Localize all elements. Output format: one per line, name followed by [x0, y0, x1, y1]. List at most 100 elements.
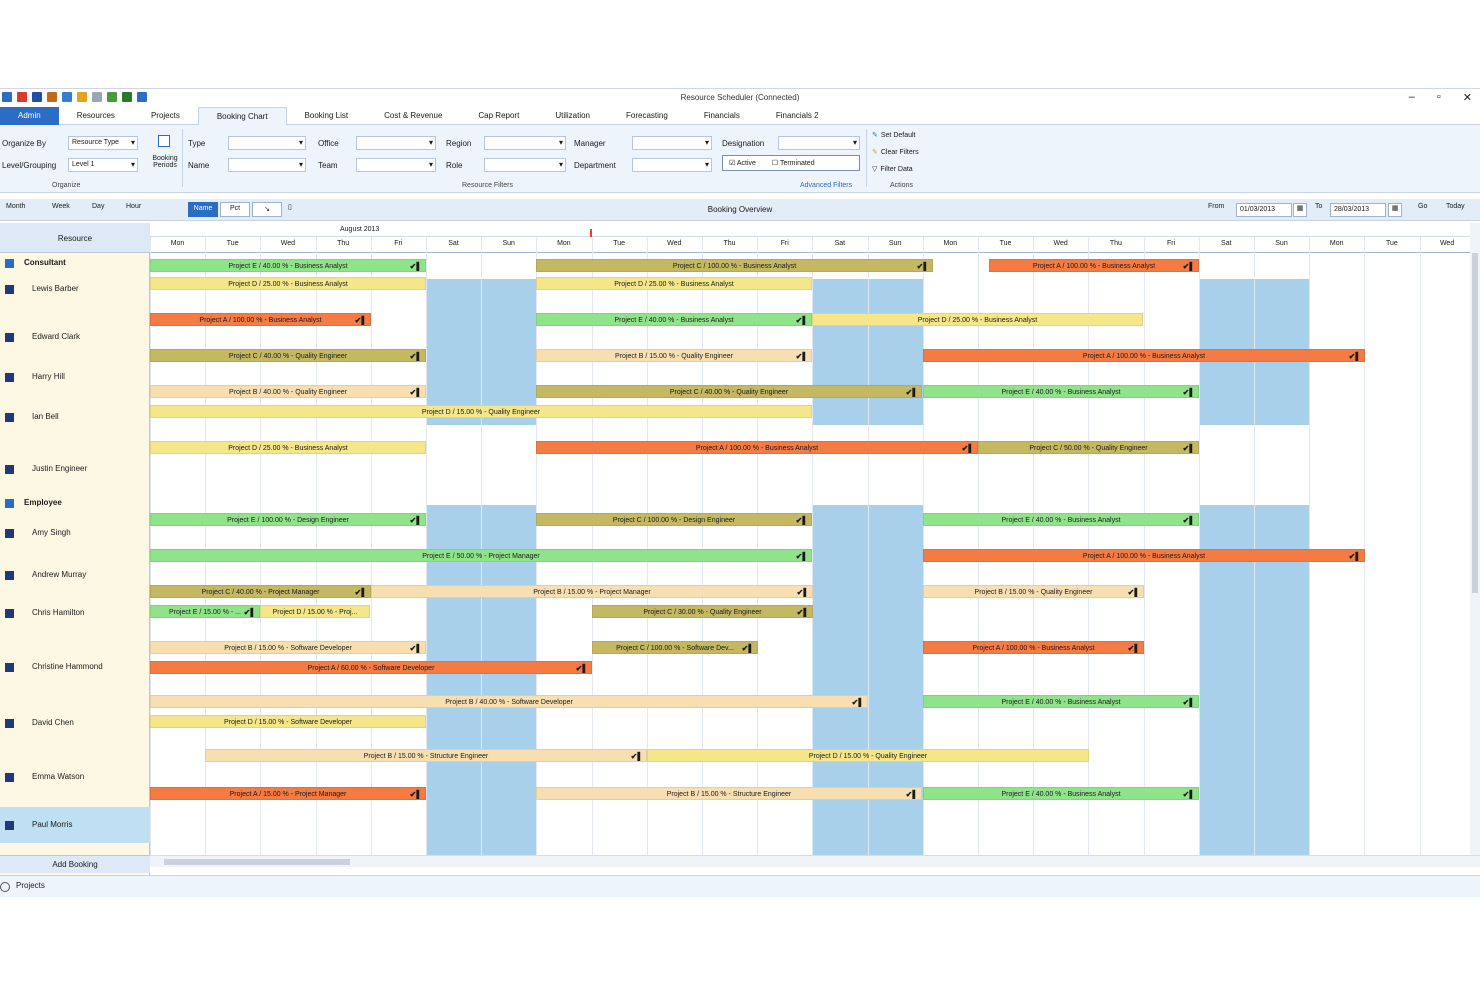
tab-booking-chart[interactable]: Booking Chart [197, 107, 287, 125]
status-projects[interactable]: Projects [16, 881, 45, 890]
department-select[interactable] [632, 158, 712, 172]
designation-select[interactable] [778, 136, 860, 150]
resource-row[interactable]: Paul Morris [0, 807, 150, 843]
group-icon[interactable] [5, 499, 14, 508]
booking-bar[interactable]: Project B / 15.00 % - Structure Engineer… [205, 749, 647, 762]
booking-bar[interactable]: Project B / 15.00 % - Quality Engineer ✔▌ [923, 585, 1144, 598]
from-date-input[interactable]: 01/03/2013 [1236, 203, 1292, 217]
booking-bar[interactable]: Project A / 100.00 % - Business Analyst ✔… [923, 349, 1365, 362]
resource-group-row[interactable]: Employee [0, 493, 150, 515]
calendar-icon[interactable]: ▦ [1388, 203, 1402, 217]
resource-row[interactable]: Christine Hammond [0, 649, 150, 705]
tab-cap-report[interactable]: Cap Report [460, 107, 537, 125]
pin-icon[interactable] [5, 465, 14, 474]
booking-bar[interactable]: Project A / 100.00 % - Business Analyst ✔… [989, 259, 1199, 272]
resource-row[interactable]: Emma Watson [0, 759, 150, 807]
booking-bar[interactable]: Project C / 100.00 % - Business Analyst ✔… [536, 259, 933, 272]
booking-bar[interactable]: Project B / 15.00 % - Project Manager ✔▌ [371, 585, 813, 598]
booking-bar[interactable]: Project C / 100.00 % - Design Engineer ✔▌ [536, 513, 812, 526]
manager-select[interactable] [632, 136, 712, 150]
horizontal-scrollbar[interactable] [150, 855, 1480, 867]
booking-bar[interactable]: Project C / 40.00 % - Project Manager ✔▌ [150, 585, 371, 598]
resource-row[interactable]: Chris Hamilton [0, 595, 150, 649]
booking-bar[interactable]: Project E / 40.00 % - Business Analyst ✔▌ [923, 513, 1199, 526]
pin-icon[interactable] [5, 333, 14, 342]
scroll-thumb[interactable] [1472, 253, 1478, 593]
booking-bar[interactable]: Project A / 100.00 % - Business Analyst ✔… [536, 441, 978, 454]
role-select[interactable] [484, 158, 566, 172]
booking-bar[interactable]: Project D / 15.00 % - Proj... [260, 605, 370, 618]
booking-bar[interactable]: Project E / 100.00 % - Design Engineer ✔▌ [150, 513, 426, 526]
booking-bar[interactable]: Project A / 60.00 % - Software Developer… [150, 661, 592, 674]
booking-bar[interactable]: Project A / 100.00 % - Business Analyst ✔… [150, 313, 371, 326]
tab-financials[interactable]: Financials [686, 107, 758, 125]
booking-bar[interactable]: Project B / 40.00 % - Software Developer… [150, 695, 868, 708]
resource-header[interactable]: Resource [0, 223, 150, 253]
to-date-input[interactable]: 28/03/2013 [1330, 203, 1386, 217]
pin-icon[interactable] [5, 609, 14, 618]
maximize-icon[interactable]: ▫ [1437, 91, 1441, 104]
filter-data-button[interactable]: ▽ Filter Data [872, 165, 913, 174]
vertical-scrollbar[interactable] [1470, 223, 1480, 855]
add-booking-button[interactable]: Add Booking [0, 855, 150, 873]
region-select[interactable] [484, 136, 566, 150]
booking-bar[interactable]: Project D / 25.00 % - Business Analyst [536, 277, 812, 290]
close-icon[interactable]: ✕ [1463, 91, 1472, 104]
resource-row[interactable]: Justin Engineer [0, 451, 150, 493]
booking-timeline[interactable]: August 2013 Mon Tue Wed Thu Fri Sat Sun Mon Tue W… [150, 223, 1470, 855]
booking-bar[interactable]: Project C / 100.00 % - Software Dev... ✔▌ [592, 641, 758, 654]
tab-booking-list[interactable]: Booking List [287, 107, 367, 125]
booking-bar[interactable]: Project E / 40.00 % - Business Analyst ✔▌ [923, 787, 1199, 800]
pin-icon[interactable] [5, 719, 14, 728]
pin-icon[interactable] [5, 773, 14, 782]
booking-bar[interactable]: Project E / 40.00 % - Business Analyst ✔▌ [150, 259, 426, 272]
pin-icon[interactable] [5, 373, 14, 382]
pin-icon[interactable] [5, 663, 14, 672]
resource-row[interactable]: Lewis Barber [0, 271, 150, 319]
booking-bar[interactable]: Project D / 25.00 % - Business Analyst [150, 441, 426, 454]
pin-icon[interactable] [5, 285, 14, 294]
type-select[interactable] [228, 136, 306, 150]
booking-bar[interactable]: Project C / 40.00 % - Quality Engineer ✔▌ [536, 385, 922, 398]
booking-bar[interactable]: Project A / 100.00 % - Business Analyst ✔… [923, 641, 1144, 654]
booking-bar[interactable]: Project C / 30.00 % - Quality Engineer ✔▌ [592, 605, 813, 618]
resource-group-row[interactable]: Consultant [0, 253, 150, 271]
booking-bar[interactable]: Project E / 40.00 % - Business Analyst ✔▌ [923, 385, 1199, 398]
resource-row[interactable]: Ian Bell [0, 399, 150, 451]
resource-row[interactable]: David Chen [0, 705, 150, 759]
booking-bar[interactable]: Project E / 40.00 % - Business Analyst ✔▌ [923, 695, 1199, 708]
calendar-icon[interactable]: ▦ [1293, 203, 1307, 217]
resource-row[interactable]: Andrew Murray [0, 557, 150, 595]
advanced-filters-link[interactable]: Advanced Filters [800, 182, 852, 189]
booking-bar[interactable]: Project B / 15.00 % - Quality Engineer ✔▌ [536, 349, 812, 362]
tab-utilization[interactable]: Utilization [537, 107, 608, 125]
today-button[interactable]: Today [1446, 203, 1465, 210]
pin-icon[interactable] [5, 413, 14, 422]
booking-periods-icon[interactable] [158, 135, 170, 147]
organize-by-select[interactable]: Resource Type [68, 136, 138, 150]
booking-bar[interactable]: Project E / 40.00 % - Business Analyst ✔▌ [536, 313, 812, 326]
team-select[interactable] [356, 158, 436, 172]
clear-filters-button[interactable]: ✎ Clear Filters [872, 148, 919, 157]
pin-icon[interactable] [5, 529, 14, 538]
booking-bar[interactable]: Project B / 40.00 % - Quality Engineer ✔▌ [150, 385, 426, 398]
booking-bar[interactable]: Project D / 15.00 % - Quality Engineer [150, 405, 812, 418]
minimize-icon[interactable]: – [1409, 91, 1415, 104]
booking-bar[interactable]: Project D / 15.00 % - Quality Engineer [647, 749, 1089, 762]
resource-row[interactable]: Harry Hill [0, 359, 150, 399]
tab-forecasting[interactable]: Forecasting [608, 107, 686, 125]
booking-bar[interactable]: Project D / 15.00 % - Software Developer [150, 715, 426, 728]
booking-bar[interactable]: Project B / 15.00 % - Structure Engineer… [536, 787, 922, 800]
group-icon[interactable] [5, 259, 14, 268]
resource-row[interactable]: Edward Clark [0, 319, 150, 359]
booking-bar[interactable]: Project E / 50.00 % - Project Manager ✔▌ [150, 549, 812, 562]
terminated-checkbox[interactable]: ☐ [772, 160, 780, 167]
booking-bar[interactable]: Project E / 15.00 % - ... ✔▌ [150, 605, 260, 618]
pin-icon[interactable] [5, 821, 14, 830]
set-default-button[interactable]: ✎ Set Default [872, 131, 916, 140]
tab-financials-2[interactable]: Financials 2 [758, 107, 837, 125]
office-select[interactable] [356, 136, 436, 150]
tab-admin[interactable]: Admin [0, 107, 59, 125]
pin-icon[interactable] [5, 571, 14, 580]
go-button[interactable]: Go [1418, 203, 1427, 210]
